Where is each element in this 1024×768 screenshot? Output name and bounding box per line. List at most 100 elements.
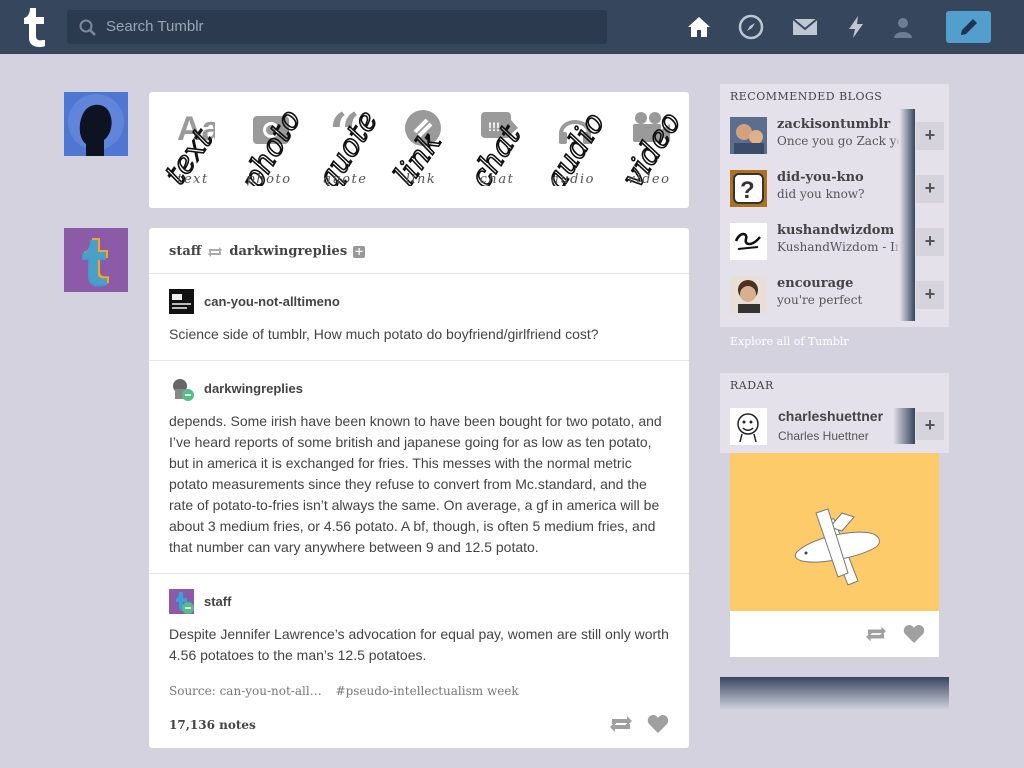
- blog-name[interactable]: kushandwizdom: [777, 223, 894, 238]
- blog-name[interactable]: encourage: [777, 276, 853, 291]
- home-icon[interactable]: [686, 14, 712, 40]
- follow-plus-icon[interactable]: +: [353, 245, 366, 258]
- radar-post-footer: [730, 611, 939, 657]
- post-tag[interactable]: #pseudo-intellectualism week: [336, 684, 519, 698]
- like-button[interactable]: [647, 714, 669, 734]
- post-type-chat[interactable]: !!! chat chat: [459, 92, 535, 208]
- radar-header: RADAR: [720, 373, 949, 398]
- trail-username[interactable]: can-you-not-alltimeno: [204, 294, 340, 309]
- trail-item-user[interactable]: can-you-not-alltimeno: [169, 289, 340, 314]
- post-author[interactable]: staff: [169, 244, 201, 259]
- like-button[interactable]: [903, 624, 925, 644]
- activity-icon[interactable]: [843, 14, 869, 40]
- post-type-label: audio: [551, 172, 595, 187]
- fade-overlay: [893, 268, 915, 321]
- radar-avatar[interactable]: [730, 408, 767, 445]
- svg-text:“: “: [329, 108, 360, 148]
- blog-avatar: ?: [730, 170, 767, 207]
- trail-body: Science side of tumblr, How much potato …: [169, 326, 599, 342]
- post-meta: Source: can-you-not-all… #pseudo-intelle…: [169, 684, 529, 698]
- post-source[interactable]: Source: can-you-not-all…: [169, 684, 322, 698]
- tumblr-logo-icon[interactable]: [17, 6, 51, 48]
- recommended-blog[interactable]: ? did-you-kno did you know? +: [720, 162, 949, 215]
- trail-body: depends. Some irish have been known to h…: [169, 413, 662, 555]
- follow-button[interactable]: +: [916, 175, 944, 203]
- blog-description: you're perfect: [777, 293, 863, 307]
- blog-name[interactable]: zackisontumblr: [777, 117, 890, 132]
- post-type-link[interactable]: link link: [383, 92, 459, 208]
- recommended-title: RECOMMENDED BLOGS: [730, 90, 883, 103]
- camera-icon: [253, 116, 289, 144]
- post-type-label: chat: [479, 172, 515, 187]
- blog-description: KushandWizdom - Insp: [777, 240, 910, 254]
- reblog-button[interactable]: [609, 714, 633, 734]
- reblog-icon: [208, 246, 223, 257]
- explore-link[interactable]: Explore all of Tumblr: [730, 335, 849, 348]
- post-notes-count[interactable]: 17,136 notes: [169, 718, 256, 732]
- search-icon: [79, 19, 96, 36]
- sidebar-fade: [720, 677, 949, 710]
- post-type-quote[interactable]: “ quote quote: [307, 92, 386, 208]
- search-box[interactable]: Search Tumblr: [67, 10, 607, 44]
- trail-body: Despite Jennifer Lawrence’s advocation f…: [169, 626, 669, 663]
- fade-overlay: [893, 215, 915, 268]
- blog-description: did you know?: [777, 187, 865, 201]
- post-header: staff darkwingreplies +: [169, 244, 366, 259]
- compose-button[interactable]: [946, 11, 991, 43]
- divider: [149, 573, 689, 574]
- blog-name[interactable]: did-you-kno: [777, 170, 864, 185]
- trail-username[interactable]: darkwingreplies: [204, 381, 303, 396]
- account-icon[interactable]: [890, 14, 916, 40]
- fade-overlay: [893, 408, 915, 444]
- follow-button[interactable]: +: [916, 281, 944, 309]
- pencil-icon: [960, 19, 977, 35]
- radar-post-header: charleshuettner Charles Huettner +: [720, 398, 949, 453]
- recommended-blog[interactable]: encourage you're perfect +: [720, 268, 949, 321]
- post-type-label: link: [405, 172, 437, 187]
- post-type-label: quote: [322, 172, 368, 187]
- post-type-audio[interactable]: audio audio: [535, 92, 613, 208]
- blog-avatar: [730, 117, 767, 154]
- fade-overlay: [893, 162, 915, 215]
- post-type-video[interactable]: video video: [611, 92, 690, 208]
- fade-overlay: [893, 109, 915, 162]
- search-input[interactable]: Search Tumblr: [106, 18, 204, 35]
- divider: [149, 273, 689, 274]
- text-icon: Aa: [177, 110, 215, 148]
- post-type-label: video: [627, 172, 671, 187]
- user-avatar[interactable]: [64, 92, 128, 156]
- trail-item-user[interactable]: darkwingreplies: [169, 376, 303, 401]
- reblog-button[interactable]: [864, 625, 888, 643]
- trail-avatar: [173, 379, 194, 401]
- trail-avatar: [169, 289, 194, 314]
- blog-avatar: [730, 223, 767, 260]
- trail-avatar: [169, 589, 194, 614]
- trail-item-user[interactable]: staff: [169, 589, 231, 614]
- radar-post: charleshuettner Charles Huettner +: [720, 398, 949, 657]
- follow-button[interactable]: +: [916, 122, 944, 150]
- trail-username[interactable]: staff: [204, 594, 231, 609]
- follow-button[interactable]: +: [916, 228, 944, 256]
- svg-text:!!!: !!!: [488, 120, 500, 134]
- inbox-icon[interactable]: [792, 14, 818, 40]
- recommended-blog[interactable]: zackisontumblr Once you go Zack you n +: [720, 109, 949, 162]
- radar-blog-name[interactable]: charleshuettner: [778, 408, 883, 424]
- link-icon: [405, 110, 441, 146]
- blog-description: Once you go Zack you n: [777, 134, 910, 148]
- top-navbar: Search Tumblr: [0, 0, 1024, 54]
- reblogged-from[interactable]: darkwingreplies: [229, 244, 347, 259]
- quote-icon: “: [329, 108, 360, 148]
- svg-text:Aa: Aa: [177, 110, 215, 148]
- post-author-avatar[interactable]: [64, 228, 128, 292]
- dashboard-post: staff darkwingreplies + can-you-not-allt…: [149, 228, 689, 748]
- chat-icon: !!!: [481, 112, 518, 138]
- headphones-icon: [559, 120, 591, 144]
- recommended-blog[interactable]: kushandwizdom KushandWizdom - Insp +: [720, 215, 949, 268]
- radar-image[interactable]: [730, 453, 939, 611]
- post-type-label: text: [177, 172, 209, 187]
- follow-button[interactable]: +: [916, 412, 944, 440]
- post-type-text[interactable]: Aa text text: [155, 92, 231, 208]
- post-type-photo[interactable]: photo photo: [231, 92, 309, 208]
- post-type-bar: Aa text text photo photo “ quote quote l…: [149, 92, 689, 208]
- explore-icon[interactable]: [738, 14, 764, 40]
